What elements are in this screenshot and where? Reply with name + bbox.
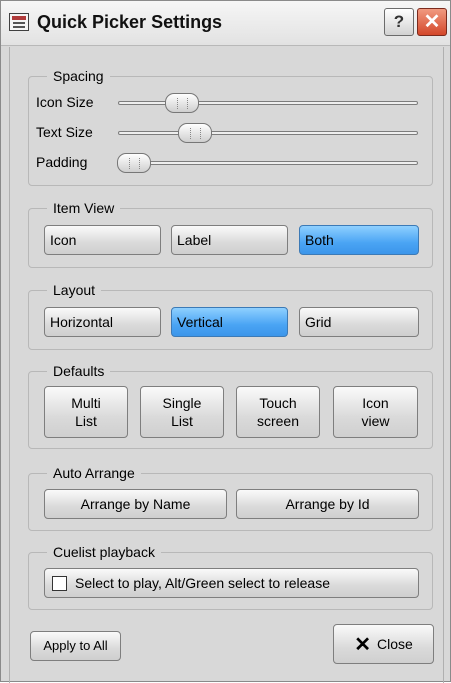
defaults-touch-screen-button[interactable]: Touch screen: [236, 386, 320, 438]
layout-vertical-button[interactable]: Vertical: [171, 307, 288, 337]
cuelist-checkbox-label: Select to play, Alt/Green select to rele…: [75, 575, 330, 591]
item-view-legend: Item View: [47, 199, 121, 217]
layout-legend: Layout: [47, 281, 102, 299]
title-bar[interactable]: Quick Picker Settings ? ✕: [1, 1, 450, 46]
defaults-group: Defaults Multi List Single List Touch scree…: [28, 362, 433, 449]
app-window-icon: [9, 13, 29, 31]
grip-icon: [176, 98, 188, 109]
text-size-slider-thumb[interactable]: [177, 123, 212, 143]
padding-slider-thumb[interactable]: [117, 153, 151, 173]
cuelist-playback-legend: Cuelist playback: [47, 543, 161, 561]
item-view-both-button[interactable]: Both: [299, 225, 419, 255]
layout-horizontal-button[interactable]: Horizontal: [44, 307, 161, 337]
defaults-single-list-button[interactable]: Single List: [140, 386, 224, 438]
close-x-icon: ✕: [354, 634, 371, 656]
defaults-multi-list-button[interactable]: Multi List: [44, 386, 128, 438]
defaults-single-list-text: Single List: [163, 394, 202, 430]
layout-grid-button[interactable]: Grid: [299, 307, 419, 337]
defaults-icon-view-text: Icon view: [361, 394, 389, 430]
close-button[interactable]: ✕ Close: [333, 624, 434, 664]
grip-icon: [189, 128, 201, 139]
item-view-group: Item View Icon Label Both: [28, 199, 433, 268]
defaults-touch-screen-line1: Touch: [259, 395, 297, 411]
defaults-icon-view-line1: Icon: [362, 395, 389, 411]
quick-picker-settings-window: Quick Picker Settings ? ✕ Spacing Icon S…: [0, 0, 451, 683]
icon-size-label: Icon Size: [36, 94, 94, 110]
window-title: Quick Picker Settings: [37, 12, 223, 32]
icon-size-slider-thumb[interactable]: [164, 93, 199, 113]
cuelist-playback-group: Cuelist playback Select to play, Alt/Gre…: [28, 543, 433, 610]
defaults-touch-screen-text: Touch screen: [257, 394, 299, 430]
defaults-touch-screen-line2: screen: [256, 413, 300, 429]
help-button[interactable]: ?: [384, 8, 414, 36]
cuelist-checkbox[interactable]: [52, 576, 67, 591]
arrange-by-id-button[interactable]: Arrange by Id: [236, 489, 419, 519]
grip-icon: [129, 158, 140, 169]
defaults-legend: Defaults: [47, 362, 111, 380]
padding-slider[interactable]: [117, 153, 418, 173]
close-icon[interactable]: ✕: [417, 8, 447, 36]
defaults-single-list-line1: Single: [162, 395, 202, 411]
text-size-slider[interactable]: [118, 123, 418, 143]
defaults-multi-list-line1: Multi: [71, 395, 101, 411]
item-view-label-button[interactable]: Label: [171, 225, 288, 255]
auto-arrange-group: Auto Arrange Arrange by Name Arrange by …: [28, 464, 433, 531]
close-button-label: Close: [376, 636, 413, 652]
spacing-group: Spacing Icon Size Text Size Padding: [28, 67, 433, 186]
spacing-legend: Spacing: [47, 67, 110, 85]
defaults-single-list-line2: List: [171, 413, 193, 429]
apply-to-all-button[interactable]: Apply to All: [30, 631, 121, 661]
item-view-icon-button[interactable]: Icon: [44, 225, 161, 255]
auto-arrange-legend: Auto Arrange: [47, 464, 141, 482]
icon-size-slider[interactable]: [118, 93, 418, 113]
padding-label: Padding: [36, 154, 88, 170]
defaults-icon-view-line2: view: [361, 413, 390, 429]
arrange-by-name-button[interactable]: Arrange by Name: [44, 489, 227, 519]
defaults-multi-list-line2: List: [75, 413, 97, 429]
defaults-multi-list-text: Multi List: [71, 394, 101, 430]
layout-group: Layout Horizontal Vertical Grid: [28, 281, 433, 350]
defaults-icon-view-button[interactable]: Icon view: [333, 386, 418, 438]
cuelist-play-toggle[interactable]: Select to play, Alt/Green select to rele…: [44, 568, 419, 598]
text-size-label: Text Size: [36, 124, 93, 140]
